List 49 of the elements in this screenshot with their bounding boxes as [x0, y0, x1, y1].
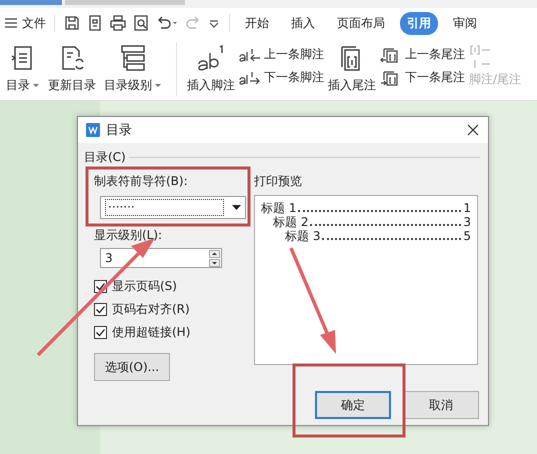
menu-icon	[4, 17, 18, 29]
ribbon-tab[interactable]: 页面布局	[330, 12, 392, 34]
ribbon-tab[interactable]: 开始	[238, 12, 276, 34]
group-label: 目录(C)	[84, 148, 126, 166]
field-label: 制表符前导符(B):	[94, 173, 189, 190]
ribbon-button[interactable]: 插入脚注	[183, 38, 239, 94]
ok-button[interactable]: 确定	[315, 391, 391, 419]
page-number: 5	[463, 229, 471, 243]
caret-icon	[32, 82, 40, 88]
caret-icon	[232, 204, 241, 210]
ribbon-button[interactable]: 插入尾注	[324, 38, 380, 94]
spin-down-icon[interactable]	[209, 258, 220, 266]
app-icon	[86, 123, 100, 137]
checkbox-option[interactable]: 显示页码(S)	[94, 278, 244, 295]
heading-text: 标题 2	[273, 215, 308, 229]
ribbon-button[interactable]: 下一条尾注	[380, 69, 465, 86]
ribbon-button[interactable]: 更新目录	[44, 38, 100, 94]
ribbon-tab[interactable]: 引用	[400, 12, 438, 34]
superscript-arrow-icon	[239, 46, 261, 62]
spin-up-icon[interactable]	[209, 250, 220, 258]
heading-text: 标题 1	[261, 201, 296, 215]
page-number: 1	[463, 201, 471, 215]
ribbon-button[interactable]: 上一条尾注	[380, 46, 465, 63]
checkbox[interactable]	[94, 303, 107, 316]
leader-dropdown[interactable]: ·······	[100, 196, 246, 219]
options-button[interactable]: 选项(O)...	[94, 353, 170, 381]
checkbox-option[interactable]: 使用超链接(H)	[94, 324, 244, 341]
file-menu[interactable]: 文件	[4, 14, 55, 32]
field-label: 显示级别(L):	[94, 227, 164, 244]
checkbox[interactable]	[94, 326, 107, 339]
preview-label: 打印预览	[254, 173, 303, 190]
ribbon-button[interactable]: 目录	[2, 38, 44, 94]
print-preview-icon[interactable]	[132, 14, 150, 32]
cancel-button[interactable]: 取消	[403, 391, 479, 419]
ribbon-tab[interactable]: 审阅	[446, 12, 484, 34]
ribbon-button[interactable]: 下一条脚注	[239, 69, 324, 86]
page-number: 3	[463, 215, 471, 229]
caret-icon	[154, 82, 162, 88]
dialog-title: 目录	[106, 122, 132, 139]
superscript-arrow-icon	[239, 70, 261, 86]
print-icon[interactable]	[109, 14, 127, 32]
ribbon-button[interactable]: 目录级别	[100, 38, 166, 94]
save-icon[interactable]	[63, 14, 81, 32]
ribbon-tab[interactable]: 插入	[284, 12, 322, 34]
heading-text: 标题 3	[285, 229, 320, 243]
ribbon-button[interactable]: 上一条脚注	[239, 46, 324, 63]
level-spinner[interactable]: 3	[100, 248, 222, 268]
close-icon[interactable]	[466, 123, 480, 137]
checkbox-option[interactable]: 页码右对齐(R)	[94, 301, 244, 318]
